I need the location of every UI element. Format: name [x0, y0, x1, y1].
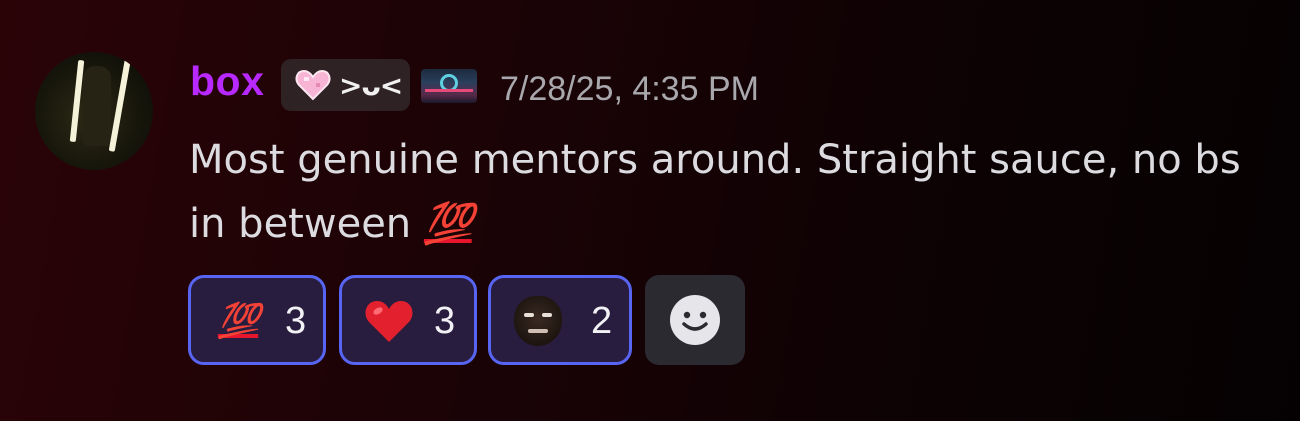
reaction-count: 3	[434, 300, 456, 342]
message-timestamp[interactable]: 7/28/25, 4:35 PM	[500, 70, 759, 109]
server-badge-icon[interactable]	[421, 69, 477, 103]
reaction-count: 3	[285, 300, 307, 342]
avatar-figure	[83, 66, 111, 146]
server-tag-text: >ᴗ<	[339, 68, 403, 102]
reaction-custom-face[interactable]: 2	[488, 275, 632, 365]
hundred-points-icon: 💯	[423, 201, 474, 247]
add-reaction-button[interactable]	[645, 275, 745, 365]
username[interactable]: box	[190, 58, 264, 105]
avatar-light-bar	[108, 56, 132, 152]
hundred-points-icon: 💯	[217, 301, 260, 341]
red-heart-icon	[364, 296, 414, 346]
server-tag[interactable]: >ᴗ<	[281, 59, 410, 111]
message-avatar[interactable]	[35, 52, 153, 170]
reaction-heart[interactable]: 3	[339, 275, 477, 365]
message-content: Most genuine mentors around. Straight sa…	[189, 128, 1269, 256]
add-reaction-smiley-icon	[670, 295, 720, 345]
reaction-count: 2	[591, 300, 613, 342]
message-text: Most genuine mentors around. Straight sa…	[189, 137, 1241, 247]
custom-face-emoji-icon	[513, 296, 563, 346]
pink-heart-icon	[295, 69, 331, 101]
reaction-hundred[interactable]: 💯 3	[188, 275, 326, 365]
